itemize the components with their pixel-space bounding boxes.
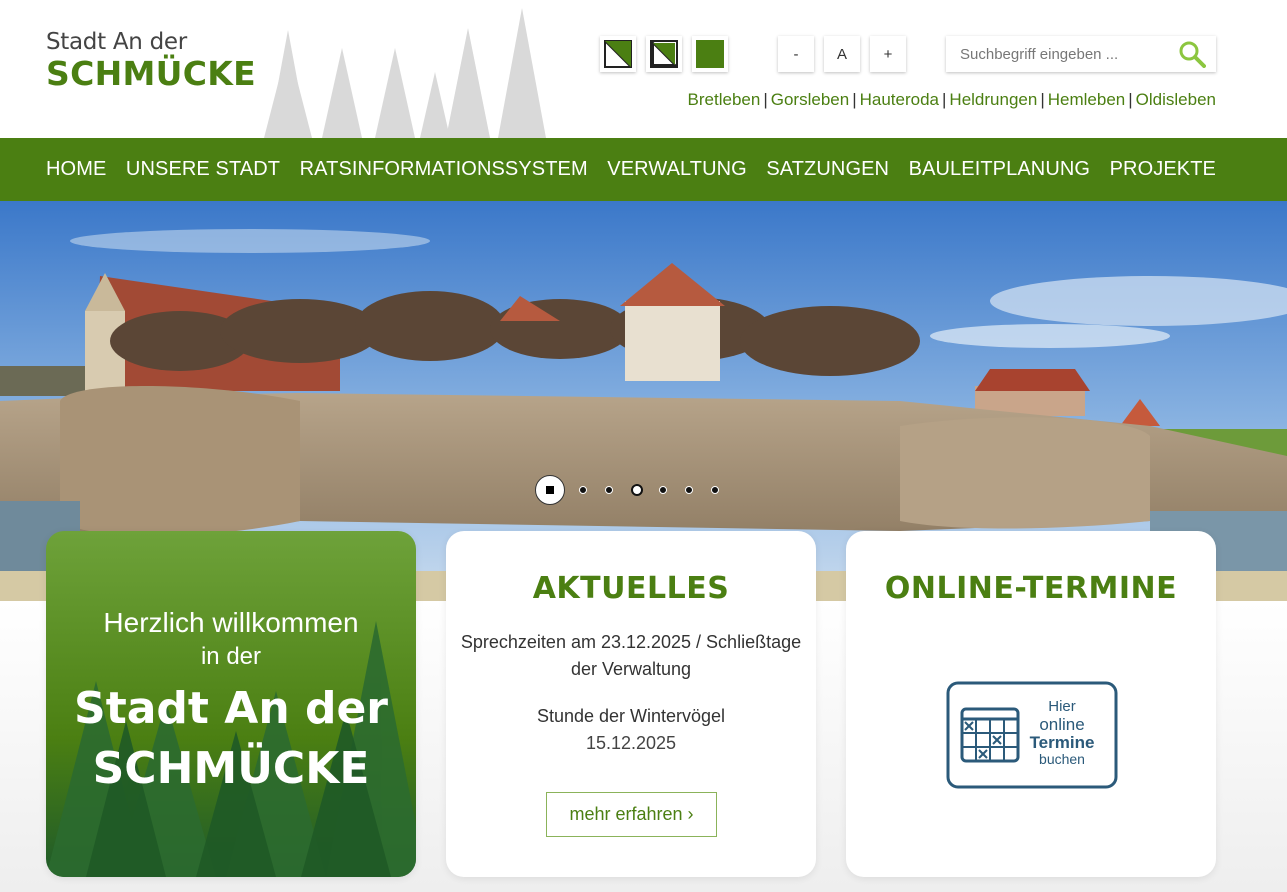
slider-dot-3[interactable] <box>605 486 613 494</box>
separator: | <box>1040 90 1045 109</box>
card-underlay <box>896 862 1166 877</box>
town-link-oldisleben[interactable]: Oldisleben <box>1136 90 1216 109</box>
separator: | <box>852 90 857 109</box>
contrast-green-button[interactable] <box>692 36 728 72</box>
separator: | <box>942 90 947 109</box>
badge-line1: Hier <box>1048 698 1076 715</box>
contrast-inverted-button[interactable] <box>646 36 682 72</box>
separator: | <box>763 90 768 109</box>
more-button[interactable]: mehr erfahren › <box>546 792 717 837</box>
logo-line2: SCHMÜCKE <box>46 54 256 93</box>
contrast-green-icon <box>696 40 724 68</box>
badge-line4: buchen <box>1039 751 1085 767</box>
news-item-1[interactable]: Sprechzeiten am 23.12.2025 / Schließtage… <box>446 629 816 683</box>
welcome-card: Herzlich willkommen in der Stadt An der … <box>46 531 416 877</box>
badge-line2: online <box>1039 715 1085 734</box>
separator: | <box>1128 90 1133 109</box>
town-link-hemleben[interactable]: Hemleben <box>1048 90 1126 109</box>
town-link-bretleben[interactable]: Bretleben <box>688 90 761 109</box>
appointments-card: ONLINE-TERMINE Hier online Termine buche… <box>846 531 1216 877</box>
contrast-inverted-icon <box>650 40 678 68</box>
font-reset-button[interactable]: A <box>824 36 860 72</box>
contrast-normal-button[interactable] <box>600 36 636 72</box>
news-card: AKTUELLES Sprechzeiten am 23.12.2025 / S… <box>446 531 816 877</box>
contrast-normal-icon <box>604 40 632 68</box>
badge-line3: Termine <box>1029 733 1095 752</box>
welcome-line2: in der <box>200 643 262 670</box>
font-increase-button[interactable]: + <box>870 36 906 72</box>
search-box <box>946 36 1216 72</box>
town-link-gorsleben[interactable]: Gorsleben <box>771 90 849 109</box>
nav-item-unsere-stadt[interactable]: UNSERE STADT <box>126 158 280 181</box>
logo-line1: Stadt An der <box>46 29 187 55</box>
slider-dot-6[interactable] <box>685 486 693 494</box>
book-appointment-button[interactable]: Hier online Termine buchen <box>946 681 1118 789</box>
font-decrease-button[interactable]: - <box>778 36 814 72</box>
town-links: Bretleben | Gorsleben | Hauteroda | Heldrungen… <box>688 90 1216 110</box>
nav-item-bauleitplanung[interactable]: BAULEITPLANUNG <box>909 158 1090 181</box>
welcome-text: Herzlich willkommen in der Stadt An der … <box>46 605 416 799</box>
nav-item-home[interactable]: HOME <box>46 158 106 181</box>
slider-dot-1[interactable] <box>535 475 565 505</box>
news-item-2-date: 15.12.2025 <box>585 733 677 753</box>
welcome-line1: Herzlich willkommen <box>103 607 359 638</box>
search-input[interactable] <box>946 36 1171 72</box>
slider-dots <box>535 475 737 505</box>
site-header: Stadt An der SCHMÜCKE - A + Bretleben|Go… <box>0 0 1287 138</box>
slider-dot-4[interactable] <box>631 484 643 496</box>
slider-dot-2[interactable] <box>579 486 587 494</box>
search-icon[interactable] <box>1178 40 1206 68</box>
nav-item-ratsinformationssystem[interactable]: RATSINFORMATIONSSYSTEM <box>300 158 588 181</box>
town-link-heldrungen[interactable]: Heldrungen <box>949 90 1037 109</box>
slider-dot-5[interactable] <box>659 486 667 494</box>
main-nav: HOME UNSERE STADT RATSINFORMATIONSSYSTEM… <box>0 138 1287 201</box>
news-title: AKTUELLES <box>532 571 730 606</box>
welcome-line4: SCHMÜCKE <box>92 743 370 794</box>
welcome-line3: Stadt An der <box>74 683 388 734</box>
trees-decoration <box>264 8 546 138</box>
news-item-2[interactable]: Stunde der Wintervögel 15.12.2025 <box>446 703 816 757</box>
nav-item-verwaltung[interactable]: VERWALTUNG <box>607 158 747 181</box>
appointments-title: ONLINE-TERMINE <box>884 571 1178 606</box>
news-item-2-title: Stunde der Wintervögel <box>536 706 726 726</box>
nav-item-projekte[interactable]: PROJEKTE <box>1110 158 1216 181</box>
card-underlay <box>496 862 766 877</box>
nav-item-satzungen[interactable]: SATZUNGEN <box>766 158 889 181</box>
site-logo[interactable]: Stadt An der SCHMÜCKE <box>46 28 256 92</box>
slider-dot-7[interactable] <box>711 486 719 494</box>
town-link-hauteroda[interactable]: Hauteroda <box>860 90 939 109</box>
